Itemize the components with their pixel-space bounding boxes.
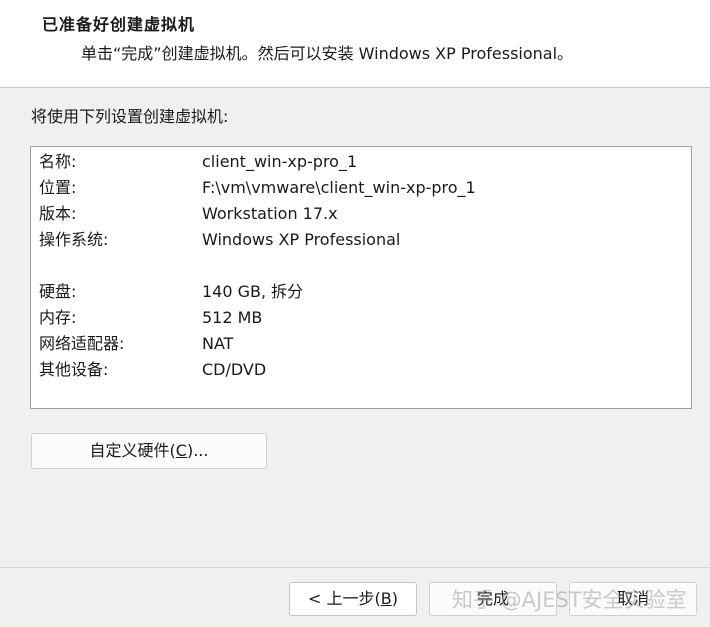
intro-text: 将使用下列设置创建虚拟机:	[31, 107, 229, 126]
summary-label: 操作系统:	[39, 230, 109, 249]
summary-row-name: 名称: client_win-xp-pro_1	[31, 150, 691, 174]
summary-label: 其他设备:	[39, 360, 109, 379]
summary-row-memory: 内存: 512 MB	[31, 306, 691, 330]
accelerator-key: B	[380, 589, 392, 608]
summary-value: CD/DVD	[202, 360, 267, 379]
summary-row-devices: 其他设备: CD/DVD	[31, 358, 691, 382]
summary-value: 140 GB, 拆分	[202, 282, 304, 301]
summary-label: 版本:	[39, 204, 77, 223]
button-label: )...	[186, 441, 209, 460]
summary-label: 内存:	[39, 308, 77, 327]
accelerator-key: C	[175, 441, 187, 460]
customize-hardware-button[interactable]: 自定义硬件(C)...	[31, 433, 267, 469]
summary-row-os: 操作系统: Windows XP Professional	[31, 228, 691, 252]
summary-label: 名称:	[39, 152, 77, 171]
button-label: )	[391, 589, 398, 608]
header-subtitle: 单击“完成”创建虚拟机。然后可以安装 Windows XP Profession…	[81, 44, 574, 63]
summary-row-location: 位置: F:\vm\vmware\client_win-xp-pro_1	[31, 176, 691, 200]
finish-button[interactable]: 完成	[429, 582, 557, 616]
summary-value: Workstation 17.x	[202, 204, 338, 223]
settings-summary-box: 名称: client_win-xp-pro_1 位置: F:\vm\vmware…	[30, 146, 692, 409]
summary-row-version: 版本: Workstation 17.x	[31, 202, 691, 226]
summary-value: 512 MB	[202, 308, 263, 327]
summary-value: NAT	[202, 334, 234, 353]
summary-value: F:\vm\vmware\client_win-xp-pro_1	[202, 178, 476, 197]
summary-value: client_win-xp-pro_1	[202, 152, 358, 171]
summary-row-disk: 硬盘: 140 GB, 拆分	[31, 280, 691, 304]
back-button[interactable]: < 上一步(B)	[289, 582, 417, 616]
button-label: 自定义硬件(	[89, 441, 176, 460]
summary-row-network: 网络适配器: NAT	[31, 332, 691, 356]
wizard-header: 已准备好创建虚拟机 单击“完成”创建虚拟机。然后可以安装 Windows XP …	[0, 0, 710, 88]
summary-label: 网络适配器:	[39, 334, 125, 353]
summary-value: Windows XP Professional	[202, 230, 401, 249]
summary-label: 硬盘:	[39, 282, 77, 301]
cancel-button[interactable]: 取消	[569, 582, 697, 616]
button-label: < 上一步(	[308, 589, 381, 608]
summary-label: 位置:	[39, 178, 77, 197]
footer-divider	[0, 567, 710, 568]
header-title: 已准备好创建虚拟机	[42, 15, 196, 34]
